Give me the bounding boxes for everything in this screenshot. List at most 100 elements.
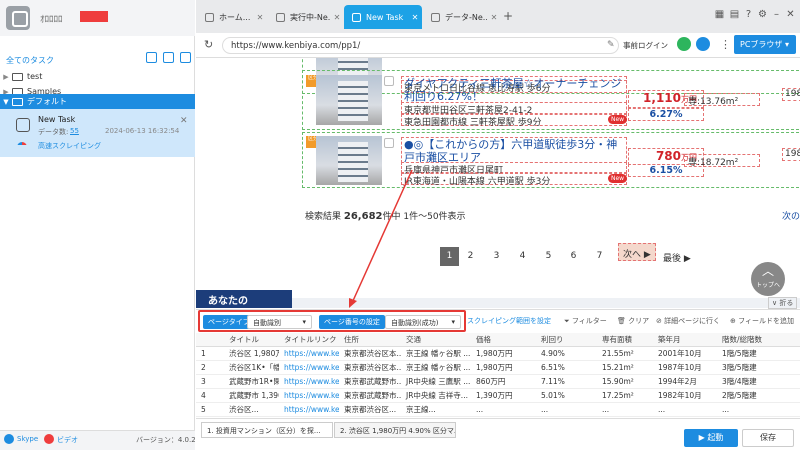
clear-button[interactable]: 🗑 クリア: [617, 316, 649, 326]
detail-page-button[interactable]: ⊘ 詳細ページに行く: [656, 316, 720, 326]
pc-browser-dropdown[interactable]: PCブラウザ ▾: [734, 35, 796, 54]
help-icon[interactable]: ?: [743, 9, 754, 20]
listing-station: JR東海道・山陽本線 六甲道駅 歩3分: [401, 173, 627, 187]
results-label: 検索結果: [305, 212, 342, 222]
avatar[interactable]: [6, 6, 30, 30]
tree-folder-default[interactable]: ▼ デフォルト: [0, 94, 195, 109]
close-icon[interactable]: ✕: [253, 13, 267, 22]
table-header[interactable]: 住所: [339, 333, 401, 347]
promo-banner[interactable]: あなたの: [196, 290, 292, 308]
minimize-icon[interactable]: –: [771, 9, 782, 20]
version-label: バージョン：4.0.2: [136, 436, 196, 444]
table-header[interactable]: 交通: [401, 333, 471, 347]
table-row[interactable]: 3 武蔵野市1R•閑... https://www.kenb... 東京都武蔵野…: [196, 374, 800, 389]
table-header[interactable]: 利回り: [536, 333, 597, 347]
import-icon[interactable]: [146, 52, 157, 63]
tab-data[interactable]: データ-Ne... ✕: [423, 5, 501, 29]
table-cell: 渋谷区...: [224, 402, 279, 417]
page-number-select[interactable]: 自動識別(成功) ▾: [385, 315, 461, 329]
close-window-icon[interactable]: ✕: [785, 9, 796, 20]
table-header[interactable]: タイトル: [224, 333, 279, 347]
table-cell-link[interactable]: https://www.kenb...: [279, 374, 339, 389]
green-extension-icon[interactable]: [677, 37, 691, 51]
add-tab-icon[interactable]: +: [503, 9, 513, 23]
video-link[interactable]: ビデオ: [57, 435, 78, 445]
url-input[interactable]: https://www.kenbiya.com/pp1/: [222, 37, 619, 54]
tab-running[interactable]: 実行中-Ne... ✕: [268, 5, 344, 29]
banner-strip: [292, 298, 800, 308]
tab-home[interactable]: ホーム... ✕: [197, 5, 267, 29]
page-button-3[interactable]: 3: [487, 247, 506, 266]
table-row[interactable]: 5 渋谷区... https://www.kenb... 東京都渋谷区... 京…: [196, 402, 800, 417]
reload-icon[interactable]: ↻: [204, 38, 213, 51]
page-type-select[interactable]: 自動識別 ▾: [247, 315, 312, 329]
start-button[interactable]: ▶ 起動: [684, 429, 738, 447]
page-button-5[interactable]: 5: [539, 247, 558, 266]
filter-button[interactable]: ⏷ フィルター: [564, 316, 607, 326]
layout-icon[interactable]: ▦: [714, 9, 725, 20]
table-header[interactable]: タイトルリンク: [279, 333, 339, 347]
table-cell: 1994年2月: [653, 374, 717, 389]
close-icon[interactable]: ✕: [180, 116, 188, 126]
table-row[interactable]: 1 渋谷区 1,980万... https://www.kenb... 東京都渋…: [196, 346, 800, 361]
table-header[interactable]: 価格: [471, 333, 536, 347]
building-image[interactable]: [316, 75, 382, 125]
skype-icon[interactable]: [4, 434, 14, 444]
task-count-link[interactable]: 55: [70, 127, 79, 135]
page-button-6[interactable]: 6: [564, 247, 583, 266]
workflow-step-1[interactable]: 1. 投資用マンション（区分）を探...: [201, 422, 333, 438]
tab-new-task[interactable]: New Task ✕: [344, 5, 422, 29]
add-field-button[interactable]: ⊕ フィールドを追加: [730, 316, 794, 326]
table-row[interactable]: 2 渋谷区1K•「幡... https://www.kenb... 東京都渋谷区…: [196, 360, 800, 375]
row-index: 3: [196, 374, 224, 389]
table-cell: 1階/5階建: [717, 346, 800, 361]
listing-title[interactable]: ●◎【これからの方】六甲道駅徒歩3分・神戸市灘区エリア: [401, 137, 627, 164]
page-button-4[interactable]: 4: [513, 247, 532, 266]
workflow-step-2[interactable]: 2. 渋谷区 1,980万円 4.90% 区分マ...: [334, 422, 456, 438]
table-header[interactable]: 築年月: [653, 333, 717, 347]
book-icon[interactable]: ▤: [729, 9, 740, 20]
edit-icon[interactable]: ✎: [607, 40, 615, 50]
table-header[interactable]: 専有面積: [597, 333, 653, 347]
table-header[interactable]: 階数/総階数: [717, 333, 800, 347]
video-icon[interactable]: [44, 434, 54, 444]
page-icon: [205, 12, 214, 22]
new-folder-icon[interactable]: [163, 52, 174, 63]
table-cell-link[interactable]: https://www.kenb...: [279, 402, 339, 417]
next-link-short[interactable]: 次の: [782, 209, 800, 222]
table-cell: 17.25m²: [597, 388, 653, 403]
search-task-icon[interactable]: [180, 52, 191, 63]
to-top-button[interactable]: ︿ トップへ: [751, 262, 785, 296]
blue-extension-icon[interactable]: [696, 37, 710, 51]
page-button-2[interactable]: 2: [461, 247, 480, 266]
favorite-checkbox[interactable]: [384, 138, 394, 148]
save-button[interactable]: 保存: [742, 429, 794, 447]
favorite-checkbox[interactable]: [384, 76, 394, 86]
pre-login-button[interactable]: 事前ログイン: [623, 40, 668, 51]
new-badge: New: [608, 174, 628, 183]
building-image[interactable]: [316, 136, 382, 185]
table-cell-link[interactable]: https://www.kenb...: [279, 346, 339, 361]
close-icon[interactable]: ✕: [408, 13, 422, 22]
table-cell-link[interactable]: https://www.kenb...: [279, 388, 339, 403]
table-row[interactable]: 4 武蔵野市 1,390... https://www.kenb... 東京都武…: [196, 388, 800, 403]
last-page-button[interactable]: 最後 ▶: [663, 251, 691, 264]
table-cell: JR中央線 吉祥寺...: [401, 388, 471, 403]
fast-scrape-link[interactable]: 高速スクレイピング: [38, 141, 101, 151]
skype-link[interactable]: Skype: [17, 435, 38, 443]
page-button-7[interactable]: 7: [590, 247, 609, 266]
settings-icon[interactable]: ⚙: [757, 9, 768, 20]
fold-button[interactable]: ∨ 折る: [768, 297, 798, 309]
table-cell-link[interactable]: https://www.kenb...: [279, 360, 339, 375]
search-results: 検索結果 26,682件中 1件～50件表示: [305, 209, 466, 222]
more-options-icon[interactable]: ⋮: [720, 38, 731, 51]
listing-title[interactable]: ダイヤアクティ三軒茶屋☆オーナーチェンジ利回り6.27%！: [401, 76, 627, 103]
tree-folder-test[interactable]: ▶ test: [0, 69, 195, 84]
close-icon[interactable]: ✕: [487, 13, 501, 22]
scrape-range-link[interactable]: スクレイピング範囲を設定: [467, 316, 551, 326]
next-page-button[interactable]: 次へ ▶: [618, 243, 656, 261]
table-cell: 1987年10月: [653, 360, 717, 375]
table-cell: 東京都渋谷区...: [339, 402, 401, 417]
page-button-1[interactable]: 1: [440, 247, 459, 266]
close-icon[interactable]: ✕: [330, 13, 344, 22]
